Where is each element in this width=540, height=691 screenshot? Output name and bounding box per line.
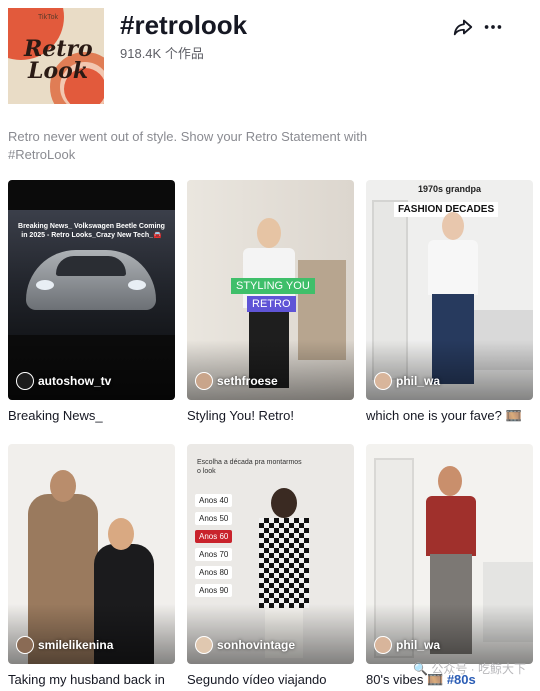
video-caption[interactable]: Styling You! Retro! xyxy=(187,408,354,423)
video-author[interactable]: phil_wa xyxy=(374,636,440,654)
video-author[interactable]: sonhovintage xyxy=(195,636,295,654)
thumbnail-overlay-text: Breaking News_ Volkswagen Beetle Coming … xyxy=(18,223,165,239)
author-name: phil_wa xyxy=(396,374,441,388)
avatar xyxy=(374,636,392,654)
more-button[interactable] xyxy=(482,16,504,38)
author-name: smilelikenina xyxy=(38,638,114,652)
hashtag-header: TikTok Retro Look #retrolook 918.4K 个作品 xyxy=(8,8,532,106)
video-caption[interactable]: Segundo vídeo viajando xyxy=(187,672,354,687)
video-card[interactable]: 1970s grandpa FASHION DECADES phil_wa wh… xyxy=(366,180,533,424)
decade-chip: Anos 70 xyxy=(195,548,233,561)
cover-brand: TikTok xyxy=(38,14,58,21)
video-thumbnail[interactable]: phil_wa xyxy=(366,444,533,664)
author-name: autoshow_tv xyxy=(38,374,112,388)
decade-chip: Anos 50 xyxy=(195,512,233,525)
page-title: #retrolook xyxy=(120,10,248,40)
decade-chip-active: Anos 60 xyxy=(195,530,233,543)
video-card[interactable]: Breaking News_ Volkswagen Beetle Coming … xyxy=(8,180,175,423)
video-caption[interactable]: Taking my husband back in xyxy=(8,672,175,687)
video-thumbnail[interactable]: 1970s grandpa FASHION DECADES phil_wa xyxy=(366,180,533,400)
video-thumbnail[interactable]: Escolha a década pra montarmos o look An… xyxy=(187,444,354,664)
author-name: sonhovintage xyxy=(217,638,296,652)
thumbnail-overlay-text: Escolha a década pra montarmos o look xyxy=(197,459,302,475)
video-card[interactable]: phil_wa 80's vibes 🎞️ #80s xyxy=(366,444,533,688)
video-author[interactable]: autoshow_tv xyxy=(16,372,111,390)
hashtag-description: Retro never went out of style. Show your… xyxy=(8,129,368,162)
author-name: sethfroese xyxy=(217,374,278,388)
share-button[interactable] xyxy=(452,16,474,38)
decade-chip: Anos 80 xyxy=(195,566,233,579)
video-thumbnail[interactable]: Breaking News_ Volkswagen Beetle Coming … xyxy=(8,180,175,400)
tag-styling-you: STYLING YOU xyxy=(231,278,315,294)
decade-chip: Anos 90 xyxy=(195,584,233,597)
video-caption[interactable]: which one is your fave? 🎞️ xyxy=(366,408,533,424)
video-thumbnail[interactable]: STYLING YOU RETRO sethfroese xyxy=(187,180,354,400)
video-count: 918.4K 个作品 xyxy=(120,46,204,61)
video-author[interactable]: phil_wa xyxy=(374,372,440,390)
decade-chip: Anos 40 xyxy=(195,494,233,507)
avatar xyxy=(16,372,34,390)
avatar xyxy=(16,636,34,654)
video-card[interactable]: smilelikenina Taking my husband back in xyxy=(8,444,175,687)
hashtag-cover-image: TikTok Retro Look xyxy=(8,8,104,104)
avatar xyxy=(195,636,213,654)
watermark: 🔍 公众号 · 吃鲸大下 xyxy=(413,662,526,676)
video-author[interactable]: sethfroese xyxy=(195,372,278,390)
more-icon xyxy=(484,25,502,29)
cover-word-look: Look xyxy=(28,58,89,84)
thumbnail-overlay-top: 1970s grandpa xyxy=(417,184,482,194)
video-author[interactable]: smilelikenina xyxy=(16,636,113,654)
video-card[interactable]: STYLING YOU RETRO sethfroese Styling You… xyxy=(187,180,354,423)
author-name: phil_wa xyxy=(396,638,441,652)
video-thumbnail[interactable]: smilelikenina xyxy=(8,444,175,664)
video-card[interactable]: Escolha a década pra montarmos o look An… xyxy=(187,444,354,687)
video-caption[interactable]: Breaking News_ xyxy=(8,408,175,423)
tag-retro: RETRO xyxy=(247,296,296,312)
avatar xyxy=(374,372,392,390)
avatar xyxy=(195,372,213,390)
share-icon xyxy=(453,19,473,36)
